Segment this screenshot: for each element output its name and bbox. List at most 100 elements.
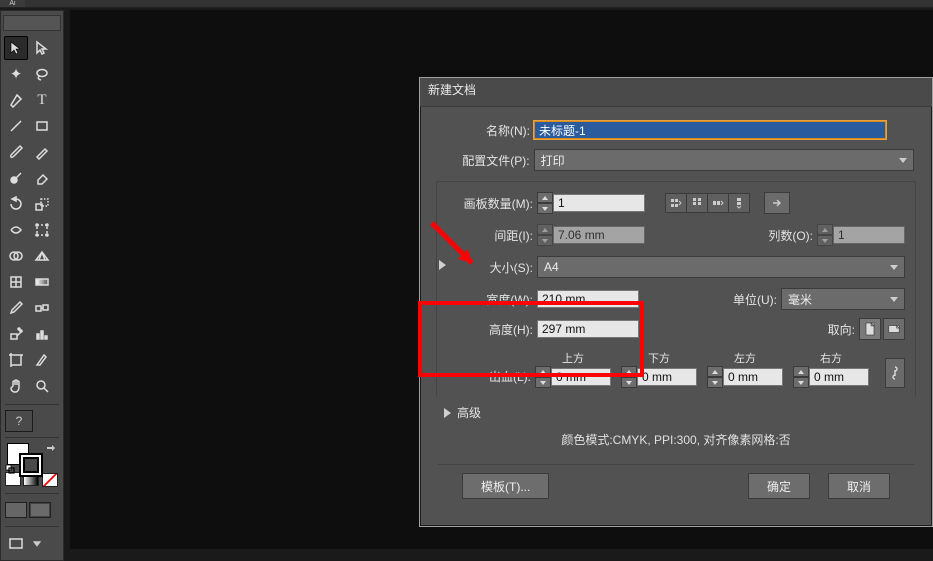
bleed-left-label: 左方 [734,350,756,364]
advanced-toggle[interactable]: 高级 [444,404,914,421]
gradient-tool[interactable] [30,270,54,294]
shape-builder-tool[interactable] [4,244,28,268]
divider [438,464,914,465]
artboards-spinner[interactable] [537,192,553,214]
height-input[interactable] [537,320,639,338]
layout-row-icon[interactable] [708,194,729,212]
scale-tool[interactable] [30,192,54,216]
width-input[interactable] [537,290,639,308]
layout-direction-button[interactable] [764,192,790,214]
size-dropdown[interactable]: A4 [537,256,905,278]
size-value: A4 [544,260,559,274]
chevron-down-icon [899,158,907,163]
ok-button[interactable]: 确定 [748,473,810,499]
none-mode-swatch[interactable] [42,473,58,487]
direct-selection-tool[interactable] [30,36,54,60]
symbol-sprayer-tool[interactable] [4,322,28,346]
triangle-right-icon [444,408,451,418]
summary-info: 颜色模式:CMYK, PPI:300, 对齐像素网格:否 [438,431,914,448]
template-button[interactable]: 模板(T)... [462,473,549,499]
rotate-tool[interactable] [4,192,28,216]
ok-button-label: 确定 [767,478,791,495]
columns-spinner [817,224,833,246]
blob-brush-tool[interactable] [4,166,28,190]
name-input[interactable] [534,121,886,139]
bleed-top-label: 上方 [562,350,584,364]
pencil-tool[interactable] [30,140,54,164]
orientation-label: 取向: [795,321,855,338]
paintbrush-tool[interactable] [4,140,28,164]
type-tool[interactable]: T [30,88,54,112]
stroke-swatch[interactable] [19,453,43,477]
screen-mode-icon[interactable] [6,535,26,553]
layout-grid-row-icon[interactable] [666,194,687,212]
bleed-bottom-input[interactable] [637,368,697,386]
width-label: 宽度(W): [447,291,533,308]
artboard-layout-group [665,193,750,213]
layout-grid-col-icon[interactable] [687,194,708,212]
bleed-left-input[interactable] [723,368,783,386]
pen-tool[interactable] [4,88,28,112]
eraser-tool[interactable] [30,166,54,190]
draw-normal-icon[interactable] [5,502,27,518]
bleed-top-input[interactable] [551,368,611,386]
rectangle-tool[interactable] [30,114,54,138]
draw-behind-icon[interactable] [29,502,51,518]
profile-dropdown[interactable]: 打印 [534,149,914,171]
lasso-tool[interactable] [30,62,54,86]
mesh-tool[interactable] [4,270,28,294]
artboard-tool[interactable] [4,348,28,372]
slice-tool[interactable] [30,348,54,372]
selection-tool[interactable] [4,36,28,60]
bleed-label: 出血(L): [447,368,531,385]
dialog-title: 新建文档 [420,78,932,107]
perspective-grid-tool[interactable] [30,244,54,268]
bleed-right-input[interactable] [809,368,869,386]
size-marker-icon [439,260,446,270]
magic-wand-tool[interactable]: ✦ [4,62,28,86]
chevron-down-icon [890,297,898,302]
profile-label: 配置文件(P): [438,152,530,169]
columns-label: 列数(O): [753,227,813,244]
column-graph-tool[interactable] [30,322,54,346]
spacing-spinner [537,224,553,246]
bleed-right-spinner[interactable] [793,366,809,388]
orientation-landscape-button[interactable] [883,318,905,340]
size-label: 大小(S): [447,259,533,276]
units-dropdown[interactable]: 毫米 [781,288,905,310]
width-tool[interactable] [4,218,28,242]
bleed-right-label: 右方 [820,350,842,364]
free-transform-tool[interactable] [30,218,54,242]
bleed-link-button[interactable] [885,358,905,388]
line-segment-tool[interactable] [4,114,28,138]
units-label: 单位(U): [717,291,777,308]
bleed-bottom-spinner[interactable] [621,366,637,388]
artboards-label: 画板数量(M): [447,195,533,212]
eyedropper-tool[interactable] [4,296,28,320]
columns-input [833,226,905,244]
tool-grid: ✦ T [3,35,61,399]
bleed-top-spinner[interactable] [535,366,551,388]
cancel-button[interactable]: 取消 [828,473,890,499]
swap-fill-stroke-icon[interactable] [45,443,57,455]
layout-col-icon[interactable] [729,194,749,212]
help-icon[interactable]: ? [5,410,33,432]
advanced-label: 高级 [457,404,481,421]
height-label: 高度(H): [447,321,533,338]
units-value: 毫米 [788,291,812,308]
zoom-tool[interactable] [30,374,54,398]
orientation-portrait-button[interactable] [859,318,881,340]
spacing-label: 间距(I): [447,227,533,244]
hand-tool[interactable] [4,374,28,398]
new-document-dialog: 新建文档 名称(N): 配置文件(P): 打印 画板数量(M): [419,77,933,527]
toolbox-grip[interactable] [3,15,61,31]
chevron-down-icon [890,265,898,270]
screen-mode-dropdown-icon[interactable] [30,535,44,553]
app-abbrev: Ai [0,0,25,7]
default-fill-stroke-icon[interactable] [5,463,15,473]
bleed-left-spinner[interactable] [707,366,723,388]
blend-tool[interactable] [30,296,54,320]
artboards-input[interactable] [553,194,645,212]
toolbox-panel: ✦ T ? [0,10,64,561]
app-top-bar: Ai [0,0,933,8]
